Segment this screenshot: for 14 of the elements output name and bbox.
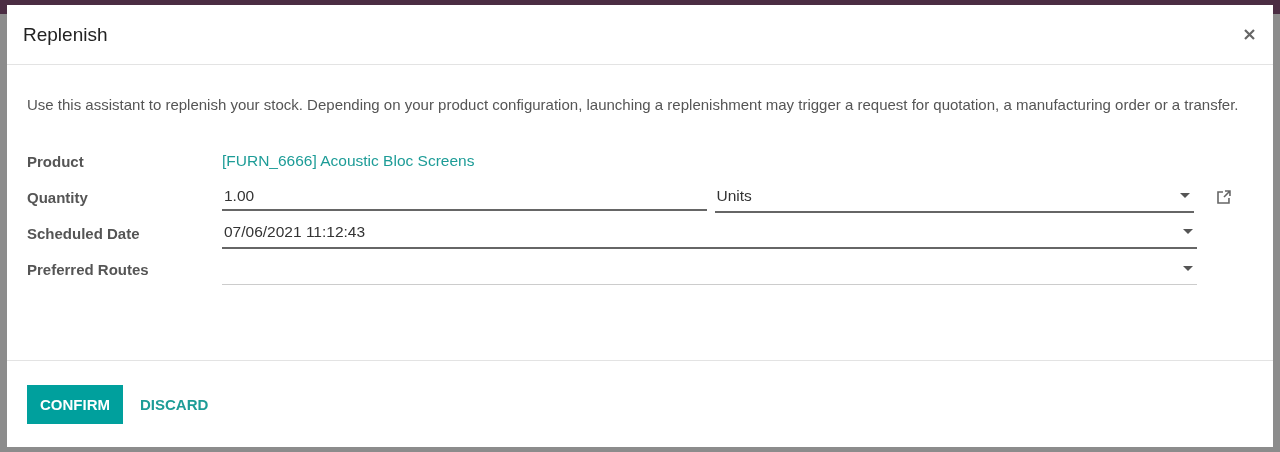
field-label: Product (27, 152, 85, 170)
description-text: Use this assistant to replenish your stock. Depending on your product configuration, launching a replenishment may trigger a request for quotation, a manufacturing order or a transfer. (27, 95, 1240, 115)
field-label: Preferred Routes (27, 260, 150, 278)
field-label: Quantity (27, 188, 89, 206)
caret-icon (1180, 193, 1191, 199)
external-link-icon[interactable] (1216, 189, 1232, 205)
date-field[interactable]: 07/06/2021 11:12:43 (222, 217, 1197, 249)
dialog-title: Replenish (23, 23, 108, 46)
caret-icon (1183, 265, 1193, 272)
caret-icon (1183, 229, 1193, 235)
unit-dropdown[interactable]: Units (714, 181, 1195, 213)
close-button[interactable] (1242, 27, 1257, 42)
field-label: Scheduled Date (27, 224, 141, 242)
close-icon (1244, 29, 1255, 40)
